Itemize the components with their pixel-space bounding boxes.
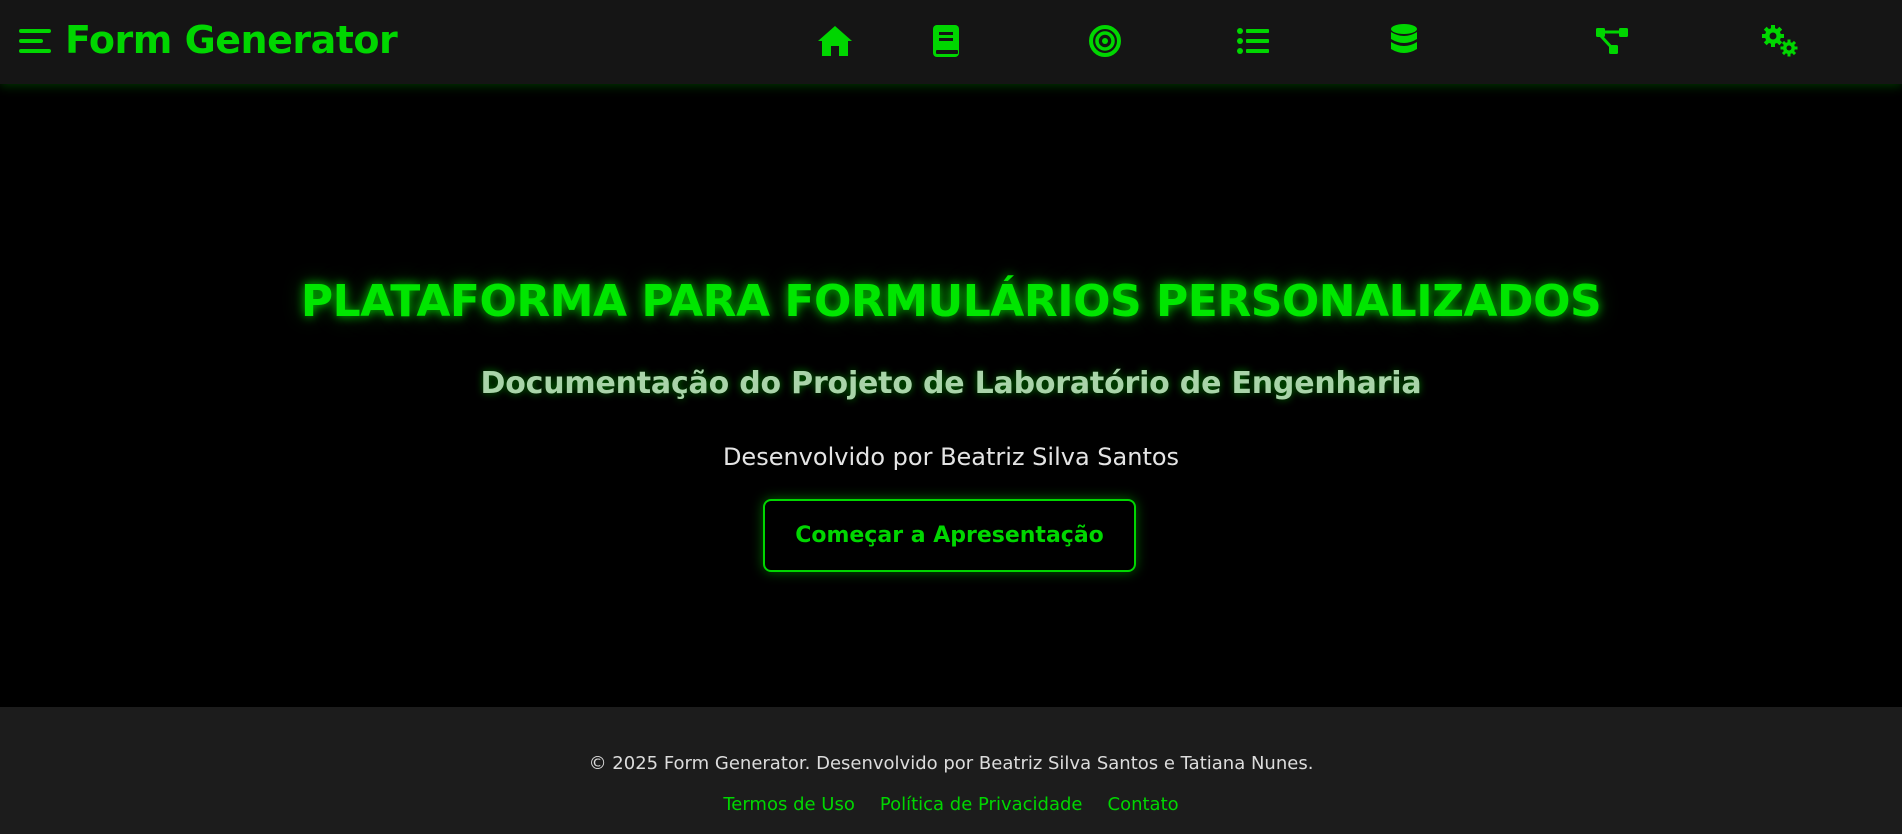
home-icon[interactable] [815, 21, 855, 61]
footer-link-terms[interactable]: Termos de Uso [723, 792, 855, 818]
footer-links: Termos de Uso Política de Privacidade Co… [0, 792, 1902, 818]
footer-link-contact[interactable]: Contato [1108, 792, 1179, 818]
hero-subtitle: Documentação do Projeto de Laboratório d… [480, 366, 1422, 401]
book-icon[interactable] [926, 21, 966, 61]
gears-icon[interactable] [1760, 21, 1800, 61]
footer-copyright: © 2025 Form Generator. Desenvolvido por … [588, 753, 1314, 774]
database-icon[interactable] [1384, 21, 1424, 61]
footer-link-privacy[interactable]: Política de Privacidade [880, 792, 1083, 818]
footer: © 2025 Form Generator. Desenvolvido por … [0, 707, 1902, 834]
target-icon[interactable] [1085, 21, 1125, 61]
brand-title[interactable]: Form Generator [65, 14, 398, 66]
hamburger-menu-icon[interactable] [19, 27, 51, 55]
list-icon[interactable] [1233, 21, 1273, 61]
sitemap-icon[interactable] [1592, 21, 1632, 61]
hero-title: PLATAFORMA PARA FORMULÁRIOS PERSONALIZAD… [300, 276, 1602, 327]
start-presentation-button[interactable]: Começar a Apresentação [763, 499, 1136, 572]
hero-author: Desenvolvido por Beatriz Silva Santos [722, 443, 1180, 471]
hero-section: PLATAFORMA PARA FORMULÁRIOS PERSONALIZAD… [0, 84, 1902, 707]
navbar: Form Generator [0, 0, 1902, 84]
